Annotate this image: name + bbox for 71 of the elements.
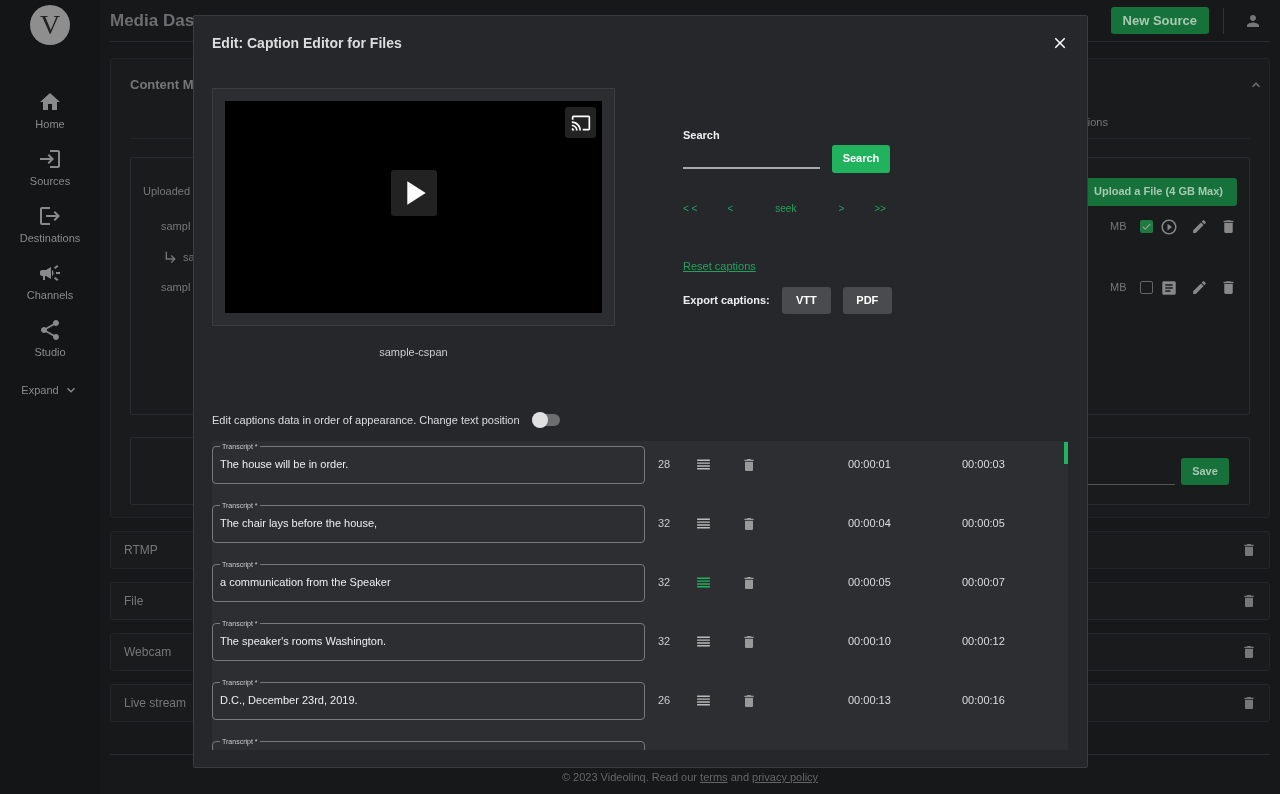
nav-item[interactable]: Studio: [5, 318, 95, 362]
toggle-label: Edit captions data in order of appearance. Change text position: [212, 412, 520, 428]
edit-icon[interactable]: [1191, 218, 1208, 235]
delete-icon[interactable]: [741, 574, 757, 591]
checkbox[interactable]: [1140, 220, 1153, 233]
character-count: 26: [657, 693, 672, 709]
seek-link[interactable]: <: [727, 200, 734, 216]
cast-button[interactable]: [565, 107, 596, 138]
transcript-input[interactable]: The house will be in order.: [220, 456, 637, 473]
search-button[interactable]: Search: [832, 144, 890, 173]
play-icon[interactable]: [1160, 217, 1178, 236]
end-time: 00:00:07: [962, 575, 1005, 591]
delete-icon[interactable]: [1241, 644, 1257, 660]
file-size: MB: [1110, 219, 1128, 235]
end-time: 00:00:12: [962, 634, 1005, 650]
edit-icon[interactable]: [1191, 279, 1208, 296]
transcript-input[interactable]: a communication from the Speaker: [220, 574, 637, 591]
export-button[interactable]: VTT: [781, 287, 831, 314]
delete-icon[interactable]: [741, 633, 757, 650]
transcript-input[interactable]: The speaker's rooms Washington.: [220, 633, 637, 650]
delete-icon[interactable]: [1241, 695, 1257, 711]
checkbox[interactable]: [1140, 281, 1153, 294]
dialog-title: Edit: Caption Editor for Files: [212, 33, 402, 53]
logo[interactable]: V: [30, 5, 70, 45]
section-label: Uploaded: [143, 184, 191, 200]
document-icon[interactable]: [1160, 278, 1178, 297]
scrollbar-thumb[interactable]: [1064, 442, 1068, 464]
play-button[interactable]: [390, 170, 437, 216]
terms-link[interactable]: terms: [700, 771, 728, 783]
delete-icon[interactable]: [1241, 593, 1257, 609]
character-count: 28: [657, 457, 672, 473]
nav-item[interactable]: Home: [5, 90, 95, 134]
delete-icon[interactable]: [1241, 542, 1257, 558]
nav-item[interactable]: Channels: [5, 261, 95, 305]
new-source-button[interactable]: New Source: [1110, 7, 1209, 34]
video-caption: sample-cspan: [379, 345, 448, 360]
enter-icon: [38, 147, 62, 171]
share-icon: [38, 318, 62, 342]
position-toggle[interactable]: [531, 413, 560, 426]
exit-icon: [38, 204, 62, 228]
delete-icon[interactable]: [741, 456, 757, 473]
save-button[interactable]: Save: [1181, 457, 1229, 485]
nav-item[interactable]: Sources: [5, 147, 95, 191]
page-title: Media Das: [110, 9, 195, 32]
delete-icon[interactable]: [741, 515, 757, 532]
end-time: 00:00:05: [962, 516, 1005, 532]
seek-link[interactable]: seek: [763, 200, 809, 216]
expand-button[interactable]: Expand: [21, 382, 79, 399]
footer-text: © 2023 Videolinq. Read our terms and privacy policy: [561, 770, 819, 785]
end-time: 00:00:16: [962, 693, 1005, 709]
file-name: sampl: [160, 219, 191, 235]
privacy-link[interactable]: privacy policy: [752, 771, 819, 783]
nav-item[interactable]: Destinations: [5, 204, 95, 248]
seek-link[interactable]: >>: [874, 200, 886, 216]
character-count: 32: [657, 634, 672, 650]
seek-link[interactable]: >: [838, 200, 845, 216]
character-count: 32: [657, 575, 672, 591]
transcript-input[interactable]: D.C., December 23rd, 2019.: [220, 692, 637, 709]
file-size: MB: [1110, 280, 1128, 296]
character-count: 32: [657, 516, 672, 532]
delete-icon[interactable]: [741, 692, 757, 709]
export-button[interactable]: PDF: [842, 287, 892, 314]
export-label: Export captions:: [683, 293, 770, 309]
seek-link[interactable]: < <: [683, 200, 698, 216]
file-name: sampl: [160, 280, 191, 296]
end-time: 00:00:03: [962, 457, 1005, 473]
tab[interactable]: ions: [1087, 114, 1108, 131]
reset-captions-link[interactable]: Reset captions: [683, 257, 756, 274]
transcript-input[interactable]: The chair lays before the house,: [220, 515, 637, 532]
search-label: Search: [683, 128, 721, 143]
card-title: Content M: [130, 76, 194, 95]
